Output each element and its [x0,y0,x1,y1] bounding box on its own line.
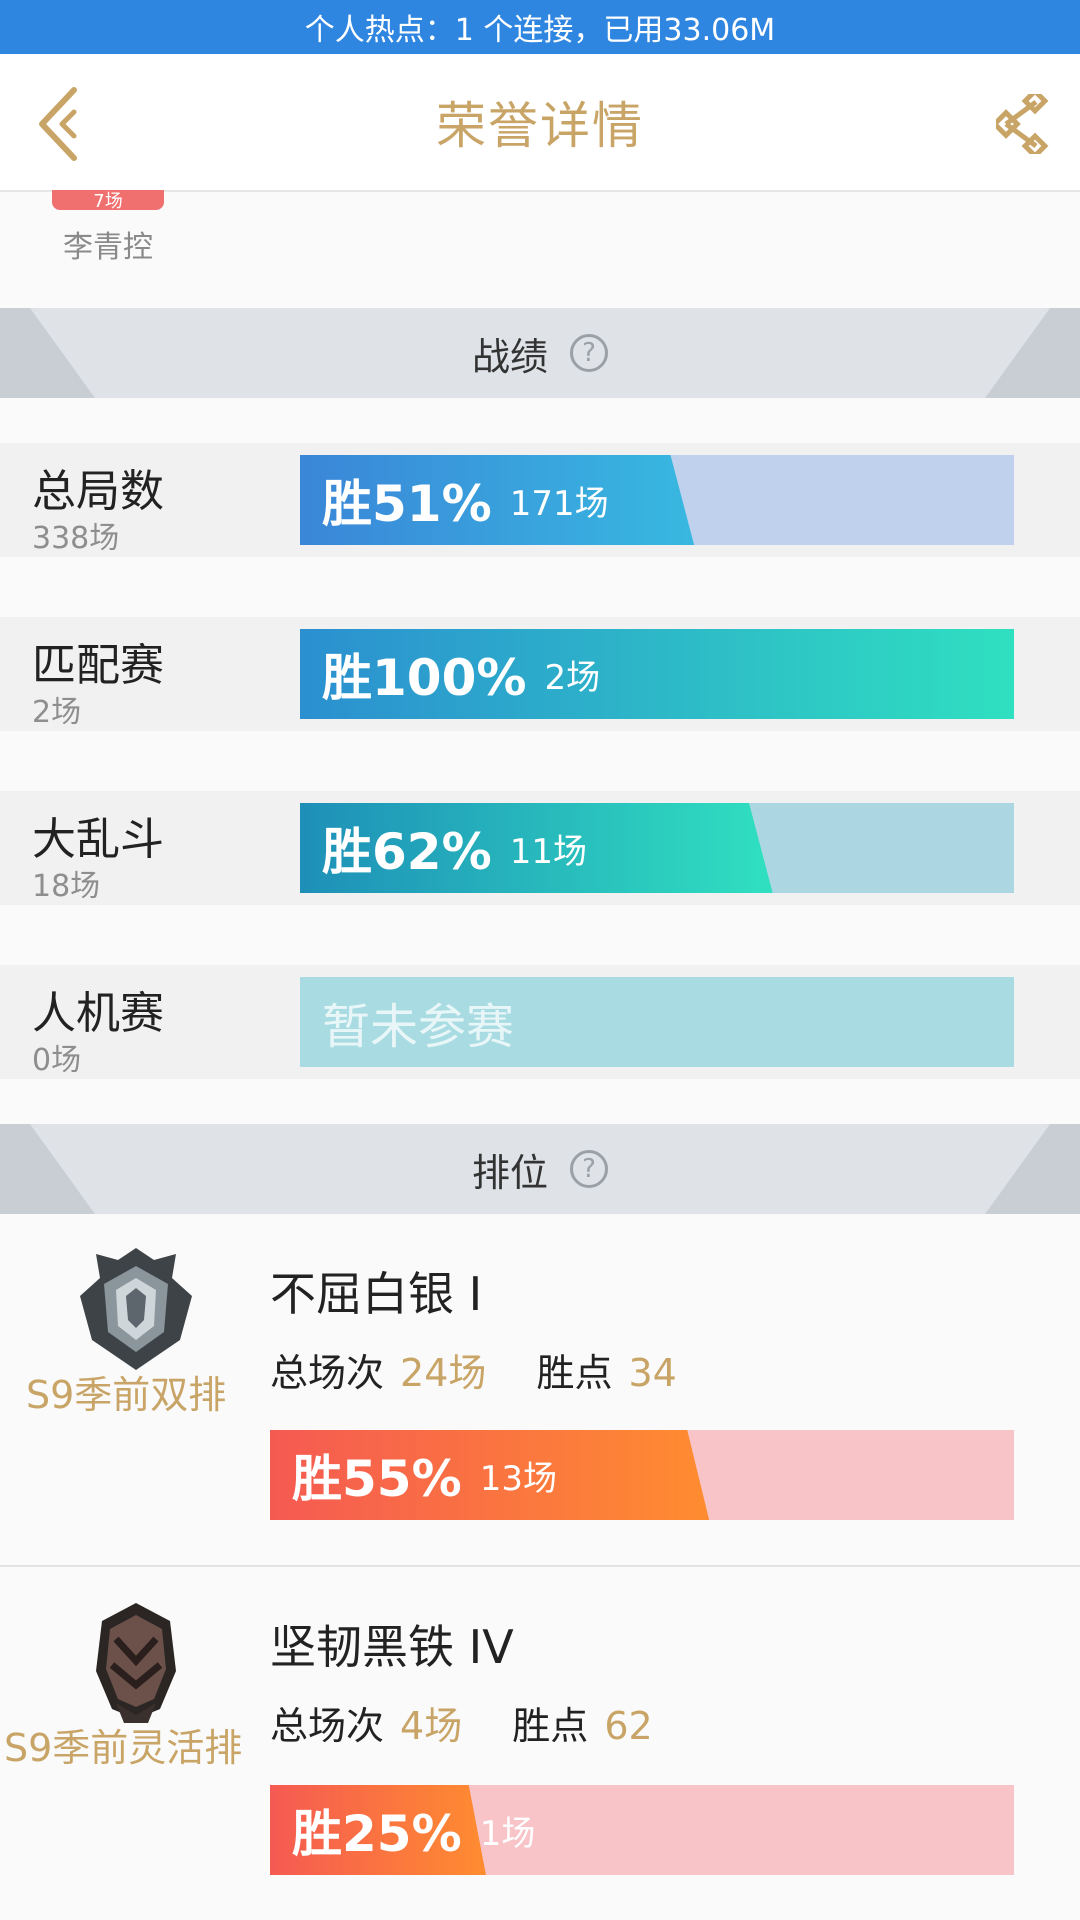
header-decor-left [0,1124,95,1214]
league-points-value: 62 [604,1704,653,1748]
iron-rank-emblem-icon [96,1603,176,1723]
section-title-rank: 排位 [471,1150,548,1195]
win-rate-label: 胜100% [322,649,527,707]
rank-win-rate-label: 胜55% [292,1450,462,1508]
rank-win-rate-bar: 胜55% 13场 [270,1430,1014,1520]
header-decor-left [0,308,95,398]
rank-mode-label: S9季前灵活排 [4,1726,243,1770]
status-bar-text: 个人热点：1 个连接，已用33.06M [304,13,776,48]
section-header-rank: 排位 ? [0,1124,1080,1214]
header-decor-right [985,1124,1080,1214]
rank-mode-label: S9季前双排 [26,1373,227,1417]
stat-row-match[interactable]: 匹配赛 2场 胜100% 2场 [0,617,1080,731]
total-games-value: 4场 [400,1704,463,1748]
stat-row-bot[interactable]: 人机赛 0场 暂未参赛 [0,965,1080,1079]
rank-win-rate-text: 胜25% 1场 [292,1785,535,1875]
stat-title: 匹配赛 [32,640,164,691]
rank-tier: 不屈白银 I [270,1267,483,1321]
stat-title: 总局数 [32,466,164,517]
rank-win-games-label: 1场 [479,1813,536,1854]
win-rate-bar: 胜62% 11场 [300,803,1014,893]
rank-win-rate-text: 胜55% 13场 [292,1430,557,1520]
hero-badge-text: 7场 [93,191,123,210]
rank-win-games-label: 13场 [479,1458,557,1499]
share-button[interactable] [991,87,1052,160]
no-games-label: 暂未参赛 [322,999,515,1055]
win-rate-bar: 暂未参赛 [300,977,1014,1067]
share-icon [991,87,1049,160]
total-games-label: 总场次 [270,1704,385,1748]
rank-meta: 总场次 24场 胜点 34 [270,1342,677,1397]
stat-count: 0场 [32,1043,82,1078]
rank-meta: 总场次 4场 胜点 62 [270,1695,653,1750]
league-points-label: 胜点 [512,1704,589,1748]
total-games-value: 24场 [400,1351,487,1395]
rank-item-duo[interactable]: S9季前双排 不屈白银 I 总场次 24场 胜点 34 胜55% 13场 [0,1214,1080,1566]
win-games-label: 11场 [509,831,587,872]
rank-win-rate-label: 胜25% [292,1805,462,1863]
win-rate-label: 胜51% [322,475,492,533]
page-title: 荣誉详情 [436,97,644,155]
win-rate-text: 胜62% 11场 [322,803,587,893]
hero-name[interactable]: 李青控 [30,222,186,266]
help-icon[interactable]: ? [570,334,608,372]
rank-item-flex[interactable]: S9季前灵活排 坚韧黑铁 IV 总场次 4场 胜点 62 胜25% 1场 [0,1567,1080,1919]
stat-row-total[interactable]: 总局数 338场 胜51% 171场 [0,443,1080,557]
win-games-label: 171场 [509,483,609,524]
win-rate-bar: 胜100% 2场 [300,629,1014,719]
stat-count: 338场 [32,521,120,556]
hero-games-badge: 7场 [52,190,164,210]
win-rate-text: 胜100% 2场 [322,629,600,719]
status-bar: 个人热点：1 个连接，已用33.06M [0,0,1080,54]
silver-rank-emblem-icon [80,1248,192,1370]
stat-title: 大乱斗 [32,814,164,865]
stat-count: 2场 [32,695,82,730]
stat-count: 18场 [32,869,101,904]
rank-win-rate-bar: 胜25% 1场 [270,1785,1014,1875]
win-games-label: 2场 [544,657,601,698]
stat-title: 人机赛 [32,988,164,1039]
header-decor-right [985,308,1080,398]
nav-bar: 荣誉详情 [0,54,1080,192]
stat-row-aram[interactable]: 大乱斗 18场 胜62% 11场 [0,791,1080,905]
section-title-record: 战绩 [471,334,548,379]
win-rate-text: 胜51% 171场 [322,455,609,545]
rank-tier: 坚韧黑铁 IV [270,1620,514,1674]
league-points-label: 胜点 [536,1351,613,1395]
section-header-record: 战绩 ? [0,308,1080,398]
win-rate-bar: 胜51% 171场 [300,455,1014,545]
league-points-value: 34 [628,1351,677,1395]
win-rate-label: 胜62% [322,823,492,881]
total-games-label: 总场次 [270,1351,385,1395]
help-icon[interactable]: ? [570,1150,608,1188]
